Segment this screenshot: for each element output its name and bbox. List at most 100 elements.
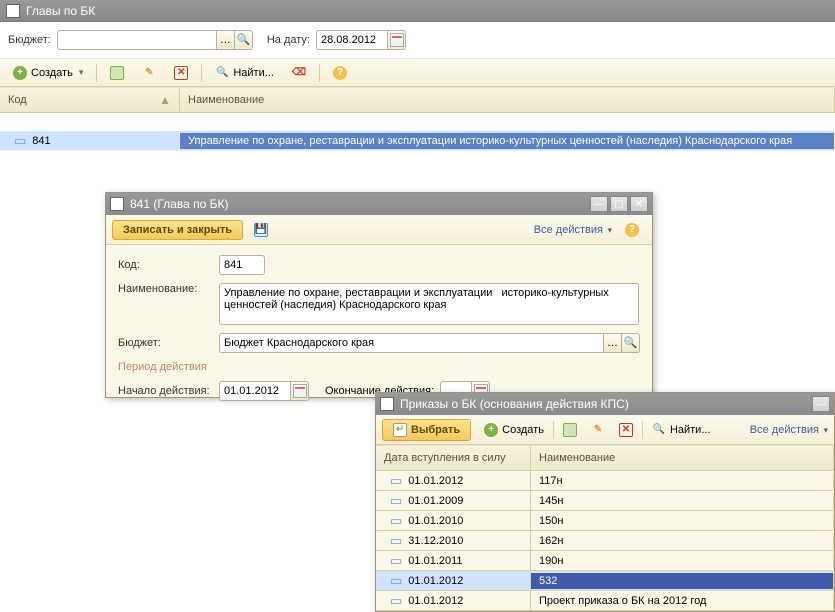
ellipsis-icon: … (220, 35, 231, 46)
delete-button[interactable]: ✕ (167, 63, 195, 83)
separator (319, 64, 320, 82)
date-picker-button[interactable] (388, 30, 406, 50)
delete-icon: ✕ (174, 66, 188, 80)
order-date: 31.12.2010 (408, 535, 463, 547)
col-code-label: Код (8, 94, 27, 106)
create-button[interactable]: + Создать ▾ (6, 63, 90, 83)
order-date: 01.01.2012 (408, 595, 463, 607)
dialog-title: 841 (Глава по БК) (130, 197, 588, 211)
order-date-cell: ▭01.01.2011 (376, 551, 531, 571)
order-date-cell: ▭01.01.2010 (376, 511, 531, 531)
help-icon: ? (333, 66, 347, 80)
main-table-body: ▭ 841 Управление по охране, реставрации … (0, 113, 835, 151)
magnify-clear-icon: ⌫ (292, 66, 306, 80)
start-date-picker[interactable] (291, 381, 309, 401)
table-row[interactable]: ▭01.01.2012532 (376, 571, 834, 591)
all-actions-link[interactable]: Все действия ▾ (534, 224, 612, 236)
save-button[interactable]: 💾 (247, 220, 275, 240)
find-button[interactable]: 🔍 Найти... (208, 63, 281, 83)
main-title: Главы по БК (26, 4, 95, 18)
budget-search-button[interactable]: 🔍 (622, 333, 640, 353)
table-row[interactable]: ▭31.12.2010162н (376, 531, 834, 551)
edit-button[interactable]: ✎ (135, 63, 163, 83)
minimize-button[interactable]: — (812, 396, 830, 412)
table-row[interactable]: ▭01.01.2012Проект приказа о БК на 2012 г… (376, 591, 834, 611)
find-label: Найти... (233, 67, 274, 79)
order-date-cell: ▭01.01.2012 (376, 471, 531, 491)
code-input[interactable] (219, 255, 265, 275)
orders-copy-button[interactable] (556, 420, 584, 440)
plus-icon: + (13, 66, 27, 80)
table-row[interactable]: ▭01.01.2011190н (376, 551, 834, 571)
maximize-button[interactable]: ▢ (610, 196, 628, 212)
save-close-button[interactable]: Записать и закрыть (112, 220, 243, 240)
orders-delete-button[interactable]: ✕ (612, 420, 640, 440)
row-marker-icon: ▭ (384, 493, 408, 509)
budget-combo: … 🔍 (57, 30, 253, 50)
filter-row: Бюджет: … 🔍 На дату: (0, 22, 835, 59)
dropdown-icon: ▾ (821, 425, 828, 435)
orders-col-name[interactable]: Наименование (531, 446, 834, 470)
dialog-budget-input[interactable] (219, 333, 604, 353)
row-marker-icon: ▭ (384, 473, 408, 489)
budget-search-button[interactable]: 🔍 (235, 30, 253, 50)
date-input[interactable] (316, 30, 388, 50)
document-icon (110, 197, 124, 211)
dialog-titlebar: 841 (Глава по БК) — ▢ ✕ (106, 193, 652, 215)
orders-create-button[interactable]: + Создать (477, 420, 551, 440)
clear-search-button[interactable]: ⌫ (285, 63, 313, 83)
budget-input[interactable] (57, 30, 217, 50)
order-name: 162н (531, 533, 834, 549)
budget-label: Бюджет: (8, 34, 51, 46)
separator (96, 64, 97, 82)
name-label: Наименование: (118, 283, 213, 295)
name-textarea[interactable] (219, 283, 639, 325)
order-date-cell: ▭01.01.2012 (376, 571, 531, 591)
orders-all-actions[interactable]: Все действия ▾ (750, 424, 828, 436)
orders-find-button[interactable]: 🔍 Найти... (645, 420, 718, 440)
date-label: На дату: (267, 34, 310, 46)
plus-icon: + (484, 423, 498, 437)
table-row[interactable]: ▭01.01.2012117н (376, 471, 834, 491)
magnify-icon: 🔍 (652, 423, 666, 437)
separator (642, 421, 643, 439)
budget-dropdown-button[interactable]: … (217, 30, 235, 50)
main-toolbar: + Создать ▾ ✎ ✕ 🔍 Найти... ⌫ ? (0, 59, 835, 87)
help-button[interactable]: ? (618, 220, 646, 240)
period-section-label: Период действия (118, 361, 640, 373)
orders-col-date[interactable]: Дата вступления в силу (376, 446, 531, 470)
order-date-cell: ▭31.12.2010 (376, 531, 531, 551)
table-row[interactable]: ▭ 841 Управление по охране, реставрации … (0, 131, 835, 151)
order-name: 532 (531, 573, 834, 589)
col-code[interactable]: Код ▲ (0, 88, 180, 112)
order-date: 01.01.2012 (408, 475, 463, 487)
help-button[interactable]: ? (326, 63, 354, 83)
orders-titlebar: Приказы о БК (основания действия КПС) — (376, 393, 834, 415)
order-name: 150н (531, 513, 834, 529)
help-icon: ? (625, 223, 639, 237)
table-row[interactable]: ▭01.01.2009145н (376, 491, 834, 511)
orders-toolbar: ↵ Выбрать + Создать ✎ ✕ 🔍 Найти... Все д… (376, 415, 834, 445)
check-icon: ↵ (393, 423, 407, 437)
date-combo (316, 30, 406, 50)
document-icon (380, 397, 394, 411)
minimize-button[interactable]: — (590, 196, 608, 212)
magnify-icon: 🔍 (215, 66, 229, 80)
document-icon (6, 4, 20, 18)
col-name[interactable]: Наименование (180, 88, 835, 112)
orders-edit-button[interactable]: ✎ (584, 420, 612, 440)
select-button[interactable]: ↵ Выбрать (382, 419, 471, 441)
budget-dropdown-button[interactable]: … (604, 333, 622, 353)
close-button[interactable]: ✕ (630, 196, 648, 212)
start-date-input[interactable] (219, 381, 291, 401)
create-label: Создать (31, 67, 73, 79)
copy-button[interactable] (103, 63, 131, 83)
order-date: 01.01.2009 (408, 495, 463, 507)
table-row[interactable]: ▭01.01.2010150н (376, 511, 834, 531)
order-name: 117н (531, 473, 834, 489)
row-marker-icon: ▭ (384, 593, 408, 609)
row-name: Управление по охране, реставрации и эксп… (180, 133, 835, 149)
orders-find-label: Найти... (670, 424, 711, 436)
pencil-icon: ✎ (142, 66, 156, 80)
order-date-cell: ▭01.01.2009 (376, 491, 531, 511)
